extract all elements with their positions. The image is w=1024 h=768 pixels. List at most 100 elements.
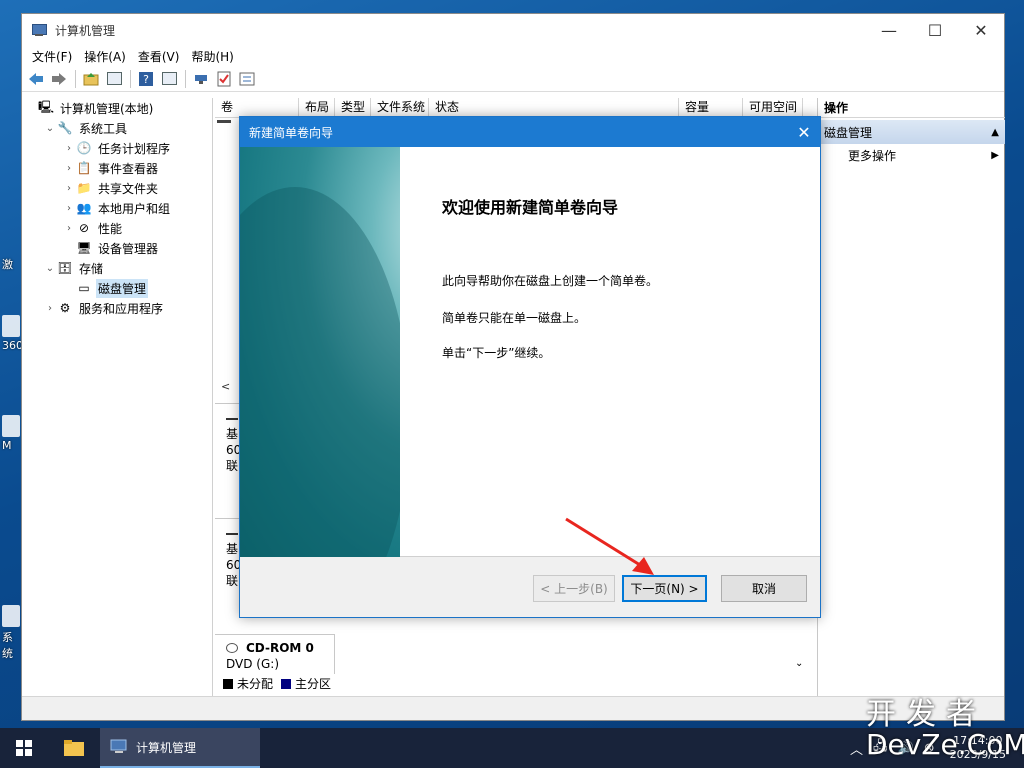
column-header[interactable]: 容量	[679, 98, 743, 117]
scroll-down-arrow[interactable]: ⌄	[795, 658, 803, 669]
wizard-description: 简单卷只能在单一磁盘上。	[442, 311, 587, 325]
submenu-arrow-icon: ▶	[991, 149, 999, 161]
dialog-footer: < 上一步(B) 下一页(N) > 取消	[240, 557, 820, 617]
menu-action[interactable]: 操作(A)	[78, 48, 132, 65]
event-viewer-icon: 📋	[76, 161, 92, 175]
desktop-icon-fragment[interactable]: 系统	[2, 605, 22, 661]
tree-item[interactable]: 🖳 计算机管理(本地)	[22, 98, 212, 118]
wizard-heading: 欢迎使用新建简单卷向导	[442, 198, 619, 217]
menu-view[interactable]: 查看(V)	[132, 48, 186, 65]
dialog-title: 新建简单卷向导	[249, 125, 334, 140]
tree-item-label: 计算机管理(本地)	[60, 101, 154, 116]
computer-management-icon	[110, 739, 127, 753]
up-folder-icon[interactable]	[80, 68, 102, 90]
tree-item[interactable]: › 🕒 任务计划程序	[22, 138, 212, 158]
legend: 未分配 主分区	[215, 675, 331, 692]
help-icon[interactable]: ?	[135, 68, 157, 90]
legend-label: 主分区	[295, 677, 332, 691]
cdrom-row[interactable]: CD-ROM 0 DVD (G:)	[215, 634, 335, 674]
column-header[interactable]: 可用空间	[743, 98, 803, 117]
close-button[interactable]: ✕	[958, 14, 1004, 46]
minimize-button[interactable]: —	[866, 14, 912, 46]
tree-item[interactable]: ▭ 磁盘管理	[22, 278, 212, 298]
volume-list-header: 卷 布局 类型 文件系统 状态 容量 可用空间	[215, 98, 817, 118]
column-header[interactable]: 文件系统	[371, 98, 429, 117]
tree-item-label: 存储	[79, 261, 104, 276]
column-header[interactable]: 状态	[429, 98, 679, 117]
disk-icon: ▭	[78, 281, 90, 295]
volume-row-icon	[217, 120, 231, 128]
watermark: 开发者 DevZe.CoM	[866, 697, 1024, 761]
menu-bar: 文件(F) 操作(A) 查看(V) 帮助(H)	[22, 46, 1004, 66]
menu-help[interactable]: 帮助(H)	[185, 48, 239, 65]
expand-arrow-icon[interactable]: ›	[62, 163, 76, 174]
collapse-up-icon[interactable]: ▲	[991, 127, 999, 138]
tree-item-label: 磁盘管理	[96, 278, 149, 298]
column-header[interactable]: 卷	[215, 98, 299, 117]
expand-arrow-icon[interactable]: ›	[62, 203, 76, 214]
maximize-button[interactable]: ☐	[912, 14, 958, 46]
back-icon[interactable]	[25, 68, 47, 90]
tree-item[interactable]: › 👥 本地用户和组	[22, 198, 212, 218]
cancel-button[interactable]: 取消	[721, 575, 807, 602]
computer-management-icon	[31, 22, 47, 38]
forward-icon[interactable]	[48, 68, 70, 90]
tree-item-label: 事件查看器	[98, 161, 159, 176]
start-button[interactable]	[0, 728, 48, 768]
check-icon[interactable]	[213, 68, 235, 90]
dialog-title-bar: 新建简单卷向导 ✕	[240, 117, 820, 147]
computer-icon: 🖳	[38, 99, 55, 114]
title-bar: 计算机管理 — ☐ ✕	[22, 14, 1004, 46]
show-hide-tree-icon[interactable]	[103, 68, 125, 90]
actions-section-disk-management[interactable]: 磁盘管理 ▲	[818, 120, 1005, 144]
chevron-up-icon[interactable]: ︿	[850, 739, 863, 758]
tree-item-label: 共享文件夹	[98, 181, 159, 196]
status-bar	[22, 696, 1004, 720]
desktop-icon-fragment[interactable]: 激	[2, 256, 22, 272]
tree-item[interactable]: ⌄ 🗄 存储	[22, 258, 212, 278]
device-manager-icon: 🖥	[76, 241, 92, 255]
desktop-icon-fragment[interactable]: 360	[2, 315, 23, 352]
taskbar-item-computer-management[interactable]: 计算机管理	[100, 728, 260, 768]
dialog-body: 欢迎使用新建简单卷向导 此向导帮助你在磁盘上创建一个简单卷。 简单卷只能在单一磁…	[240, 147, 820, 557]
expand-arrow-icon[interactable]: ›	[43, 303, 57, 314]
tree-item[interactable]: 🖥 设备管理器	[22, 238, 212, 258]
expand-arrow-icon[interactable]: ›	[62, 183, 76, 194]
expand-arrow-icon[interactable]: ›	[62, 143, 76, 154]
wizard-description: 此向导帮助你在磁盘上创建一个简单卷。	[442, 274, 659, 288]
tree-item[interactable]: › 📋 事件查看器	[22, 158, 212, 178]
tools-icon: 🔧	[57, 121, 73, 135]
expand-arrow-icon[interactable]: ›	[62, 223, 76, 234]
expand-arrow-icon[interactable]: ⌄	[43, 263, 57, 274]
more-actions-item[interactable]: 更多操作 ▶	[818, 144, 1005, 166]
tree-item-label: 设备管理器	[98, 241, 159, 256]
legend-swatch-primary	[281, 678, 292, 689]
expand-arrow-icon[interactable]: ⌄	[43, 123, 57, 134]
folder-icon	[64, 740, 84, 756]
connect-icon[interactable]	[190, 68, 212, 90]
desktop-icon-fragment[interactable]: M	[2, 415, 22, 452]
svg-text:?: ?	[143, 73, 149, 86]
navigation-tree: 🖳 计算机管理(本地) ⌄ 🔧 系统工具 › 🕒 任务计划程序 › 📋 事件查看器 › 📁 共享文件夹 › 👥…	[22, 98, 213, 696]
properties-icon[interactable]	[236, 68, 258, 90]
annotation-arrow	[565, 517, 654, 575]
show-hide-action-icon[interactable]	[158, 68, 180, 90]
users-icon: 👥	[76, 201, 92, 215]
tree-item-label: 性能	[98, 221, 123, 236]
menu-file[interactable]: 文件(F)	[26, 48, 78, 65]
tree-item[interactable]: ⌄ 🔧 系统工具	[22, 118, 212, 138]
tree-item[interactable]: › ⚙ 服务和应用程序	[22, 298, 212, 318]
dialog-close-button[interactable]: ✕	[788, 123, 820, 142]
tree-item-label: 本地用户和组	[98, 201, 171, 216]
file-explorer-button[interactable]	[48, 728, 100, 768]
tree-item[interactable]: › ⊘ 性能	[22, 218, 212, 238]
storage-icon: 🗄	[57, 261, 73, 275]
column-header[interactable]: 布局	[299, 98, 335, 117]
column-header[interactable]: 类型	[335, 98, 371, 117]
wizard-description: 单击“下一步”继续。	[442, 346, 551, 360]
window-title: 计算机管理	[55, 23, 116, 38]
scroll-left-arrow[interactable]: <	[221, 380, 230, 393]
tree-item-label: 系统工具	[79, 121, 128, 136]
legend-label: 未分配	[237, 677, 274, 691]
tree-item[interactable]: › 📁 共享文件夹	[22, 178, 212, 198]
